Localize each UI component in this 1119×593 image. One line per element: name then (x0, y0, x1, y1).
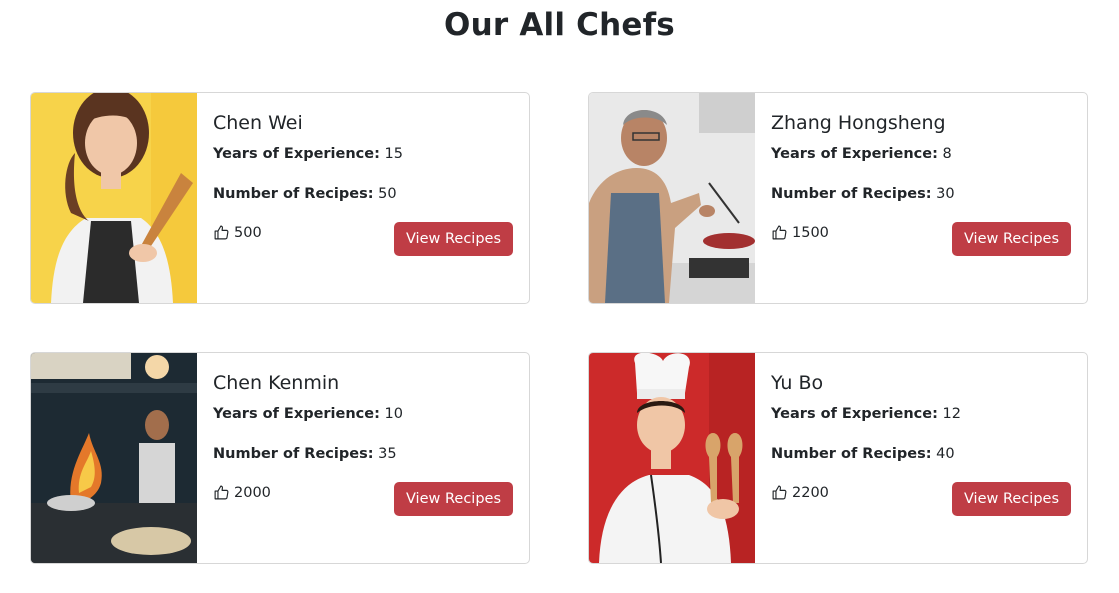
likes: 2000 (213, 484, 271, 501)
likes: 2200 (771, 484, 829, 501)
card-body: Chen Kenmin Years of Experience: 10 Numb… (197, 353, 529, 563)
recipes-value: 35 (378, 446, 397, 462)
page-title: Our All Chefs (444, 7, 675, 43)
recipes-value: 40 (936, 446, 955, 462)
chef-name: Chen Wei (213, 112, 303, 134)
chef-photo (31, 353, 197, 563)
experience-label: Years of Experience: (771, 146, 938, 162)
likes: 1500 (771, 224, 829, 241)
experience-stat: Years of Experience: 12 (771, 406, 961, 422)
recipes-label: Number of Recipes: (771, 446, 932, 462)
recipes-value: 50 (378, 186, 397, 202)
experience-label: Years of Experience: (213, 146, 380, 162)
view-recipes-button[interactable]: View Recipes (393, 482, 513, 516)
view-recipes-button[interactable]: View Recipes (393, 222, 513, 256)
likes-count: 1500 (792, 224, 829, 241)
chef-photo (31, 93, 197, 303)
card-body: Yu Bo Years of Experience: 12 Number of … (755, 353, 1087, 563)
experience-value: 12 (942, 406, 961, 422)
chef-card: Chen Kenmin Years of Experience: 10 Numb… (30, 352, 530, 564)
recipes-stat: Number of Recipes: 30 (771, 186, 955, 202)
view-recipes-button[interactable]: View Recipes (951, 222, 1071, 256)
view-recipes-button[interactable]: View Recipes (951, 482, 1071, 516)
experience-stat: Years of Experience: 15 (213, 146, 403, 162)
recipes-label: Number of Recipes: (771, 186, 932, 202)
card-body: Zhang Hongsheng Years of Experience: 8 N… (755, 93, 1087, 303)
thumbs-up-icon[interactable] (771, 484, 788, 501)
likes-count: 2200 (792, 484, 829, 501)
chef-name: Yu Bo (771, 372, 824, 394)
experience-value: 8 (942, 146, 952, 162)
chef-card: Chen Wei Years of Experience: 15 Number … (30, 92, 530, 304)
chef-name: Chen Kenmin (213, 372, 340, 394)
recipes-value: 30 (936, 186, 955, 202)
recipes-stat: Number of Recipes: 40 (771, 446, 955, 462)
recipes-label: Number of Recipes: (213, 186, 374, 202)
experience-value: 10 (384, 406, 403, 422)
recipes-stat: Number of Recipes: 50 (213, 186, 397, 202)
chef-photo (589, 353, 755, 563)
recipes-stat: Number of Recipes: 35 (213, 446, 397, 462)
experience-label: Years of Experience: (771, 406, 938, 422)
thumbs-up-icon[interactable] (213, 224, 230, 241)
experience-stat: Years of Experience: 8 (771, 146, 952, 162)
thumbs-up-icon[interactable] (213, 484, 230, 501)
chef-card: Zhang Hongsheng Years of Experience: 8 N… (588, 92, 1088, 304)
likes-count: 2000 (234, 484, 271, 501)
recipes-label: Number of Recipes: (213, 446, 374, 462)
chef-card: Yu Bo Years of Experience: 12 Number of … (588, 352, 1088, 564)
experience-label: Years of Experience: (213, 406, 380, 422)
likes: 500 (213, 224, 262, 241)
likes-count: 500 (234, 224, 262, 241)
chef-photo (589, 93, 755, 303)
experience-stat: Years of Experience: 10 (213, 406, 403, 422)
card-body: Chen Wei Years of Experience: 15 Number … (197, 93, 529, 303)
chef-name: Zhang Hongsheng (771, 112, 946, 134)
experience-value: 15 (384, 146, 403, 162)
thumbs-up-icon[interactable] (771, 224, 788, 241)
